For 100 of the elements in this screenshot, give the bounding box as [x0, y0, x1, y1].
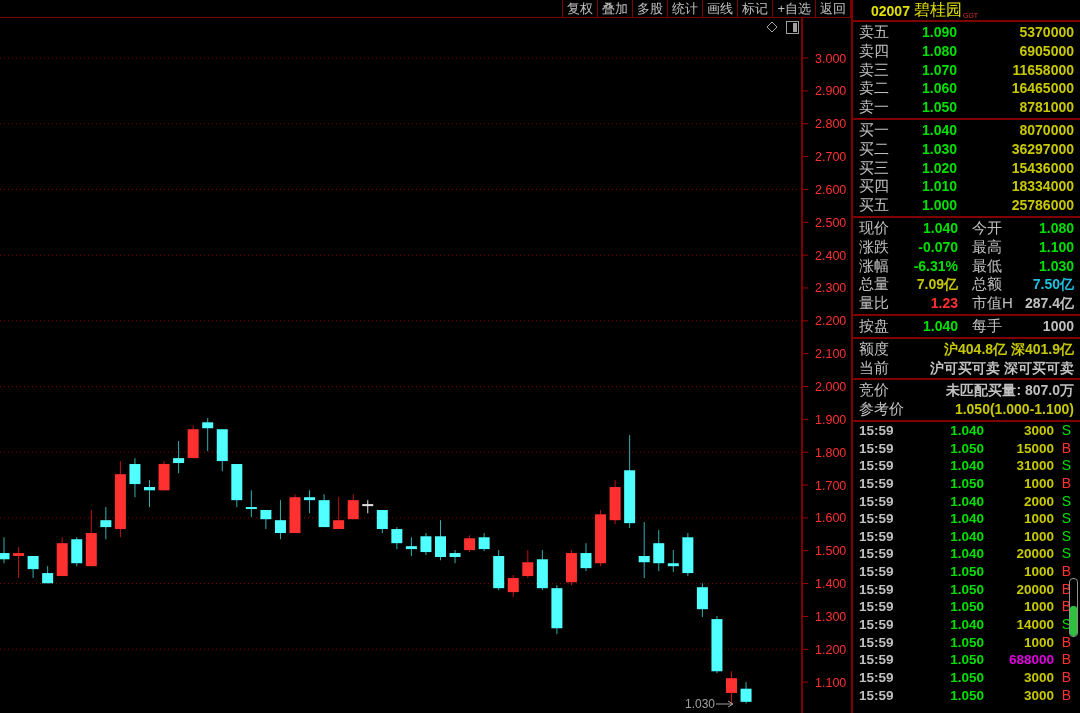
trade-volume: 14000 — [1015, 616, 1054, 634]
toolbar-button[interactable]: 标记 — [737, 0, 773, 17]
candlestick — [638, 521, 650, 579]
trade-time: 15:59 — [859, 563, 895, 581]
trade-side: B — [1060, 633, 1072, 652]
candlestick — [449, 549, 461, 564]
trade-side: B — [1060, 651, 1072, 669]
toolbar-button[interactable]: 多股 — [632, 0, 668, 17]
info-value: 未匹配买量: 807.0万 — [946, 381, 1074, 401]
trade-time: 15:59 — [859, 527, 895, 546]
trade-price: 1.050 — [949, 686, 984, 705]
stat-value: -6.31% — [912, 256, 958, 276]
trade-side: S — [1060, 545, 1072, 564]
candlestick — [420, 532, 432, 556]
toolbar-button[interactable]: 画线 — [702, 0, 738, 17]
candlestick — [391, 526, 403, 550]
stat-value: 1.040 — [921, 218, 958, 238]
scrollbar[interactable] — [1069, 578, 1078, 637]
trade-time: 15:59 — [859, 421, 895, 440]
candlestick — [85, 509, 97, 567]
candlestick — [565, 549, 577, 586]
candlestick — [464, 534, 476, 553]
stat-label: 最高 — [971, 237, 1003, 257]
axis-label: 1.600 — [815, 511, 847, 526]
toolbar-button[interactable]: 叠加 — [597, 0, 633, 17]
axis-label: 3.000 — [815, 51, 847, 66]
stat-label: 每手 — [971, 316, 1003, 336]
trade-time: 15:59 — [859, 457, 895, 475]
trade-volume: 20000 — [1015, 545, 1054, 564]
trade-price: 1.040 — [949, 421, 984, 440]
order-price: 1.000 — [920, 196, 957, 215]
candlestick — [362, 499, 374, 514]
order-price: 1.090 — [920, 23, 957, 42]
axis-label: 2.400 — [815, 248, 847, 263]
info-label: 当前 — [859, 358, 889, 378]
trade-time: 15:59 — [859, 668, 895, 687]
axis-label: 1.800 — [815, 445, 847, 460]
order-volume: 15436000 — [1010, 158, 1074, 178]
stat-value: 1.030 — [1037, 256, 1074, 276]
axis-label: 2.500 — [815, 215, 847, 230]
axis-label: 2.200 — [815, 314, 847, 329]
stat-value: 1.080 — [1037, 218, 1074, 238]
pointer-arrow — [715, 700, 734, 708]
order-price: 1.030 — [920, 139, 957, 159]
trade-price: 1.040 — [949, 527, 984, 546]
order-price: 1.080 — [920, 41, 957, 61]
candlestick — [493, 549, 505, 591]
order-volume: 18334000 — [1010, 177, 1074, 197]
order-level-label: 卖二 — [859, 79, 890, 99]
trade-time: 15:59 — [859, 474, 895, 493]
candlestick — [595, 509, 607, 567]
candlestick — [653, 529, 665, 572]
candlestick — [0, 536, 10, 564]
toolbar-button[interactable]: 复权 — [562, 0, 598, 17]
info-label: 竞价 — [859, 381, 889, 401]
candlestick — [289, 493, 301, 534]
trade-volume: 20000 — [1015, 580, 1054, 599]
trade-volume: 3000 — [1022, 686, 1054, 705]
candlestick — [144, 479, 155, 508]
axis-label: 1.200 — [815, 642, 847, 657]
trade-price: 1.050 — [949, 651, 984, 669]
order-volume: 16465000 — [1010, 79, 1074, 99]
candlestick — [435, 519, 446, 561]
toolbar-button[interactable]: 统计 — [667, 0, 703, 17]
trade-price: 1.040 — [949, 545, 984, 564]
candlestick — [27, 555, 39, 579]
trade-price: 1.050 — [949, 474, 984, 493]
trade-price: 1.040 — [949, 457, 984, 475]
low-price-label: 1.030 — [684, 697, 715, 711]
stat-value: 1.100 — [1037, 237, 1074, 257]
order-level-label: 卖五 — [859, 23, 890, 42]
candlestick — [551, 584, 563, 635]
trade-price: 1.050 — [949, 563, 984, 581]
order-volume: 8781000 — [1018, 98, 1074, 117]
stock-name: 碧桂园 — [913, 0, 962, 20]
candlestick — [158, 460, 170, 491]
candlestick — [216, 428, 228, 472]
stat-label: 涨幅 — [859, 256, 890, 276]
candlestick — [231, 463, 243, 508]
trade-price: 1.050 — [949, 580, 984, 599]
trade-price: 1.040 — [949, 510, 984, 528]
candlestick — [304, 489, 316, 514]
toolbar-button[interactable]: +自选 — [772, 0, 815, 17]
info-value: 1.050(1.000-1.100) — [954, 400, 1074, 419]
axis-label: 1.700 — [815, 478, 847, 493]
candlestick — [682, 532, 694, 577]
trade-side: B — [1060, 439, 1072, 458]
trade-price: 1.050 — [949, 598, 984, 616]
panel-toggle-icon[interactable] — [786, 21, 799, 34]
candlestick — [667, 549, 679, 573]
toolbar-button[interactable]: 返回 — [815, 0, 851, 17]
order-level-label: 卖一 — [859, 98, 890, 117]
trade-volume: 1000 — [1022, 527, 1054, 546]
trade-volume: 1000 — [1022, 598, 1054, 616]
stat-value: 1000 — [1041, 316, 1074, 336]
stat-label: 现价 — [859, 218, 890, 238]
stat-value: -0.070 — [917, 237, 958, 257]
trade-volume: 1000 — [1022, 474, 1054, 493]
order-volume: 11658000 — [1011, 60, 1074, 80]
diamond-icon[interactable] — [766, 21, 778, 33]
